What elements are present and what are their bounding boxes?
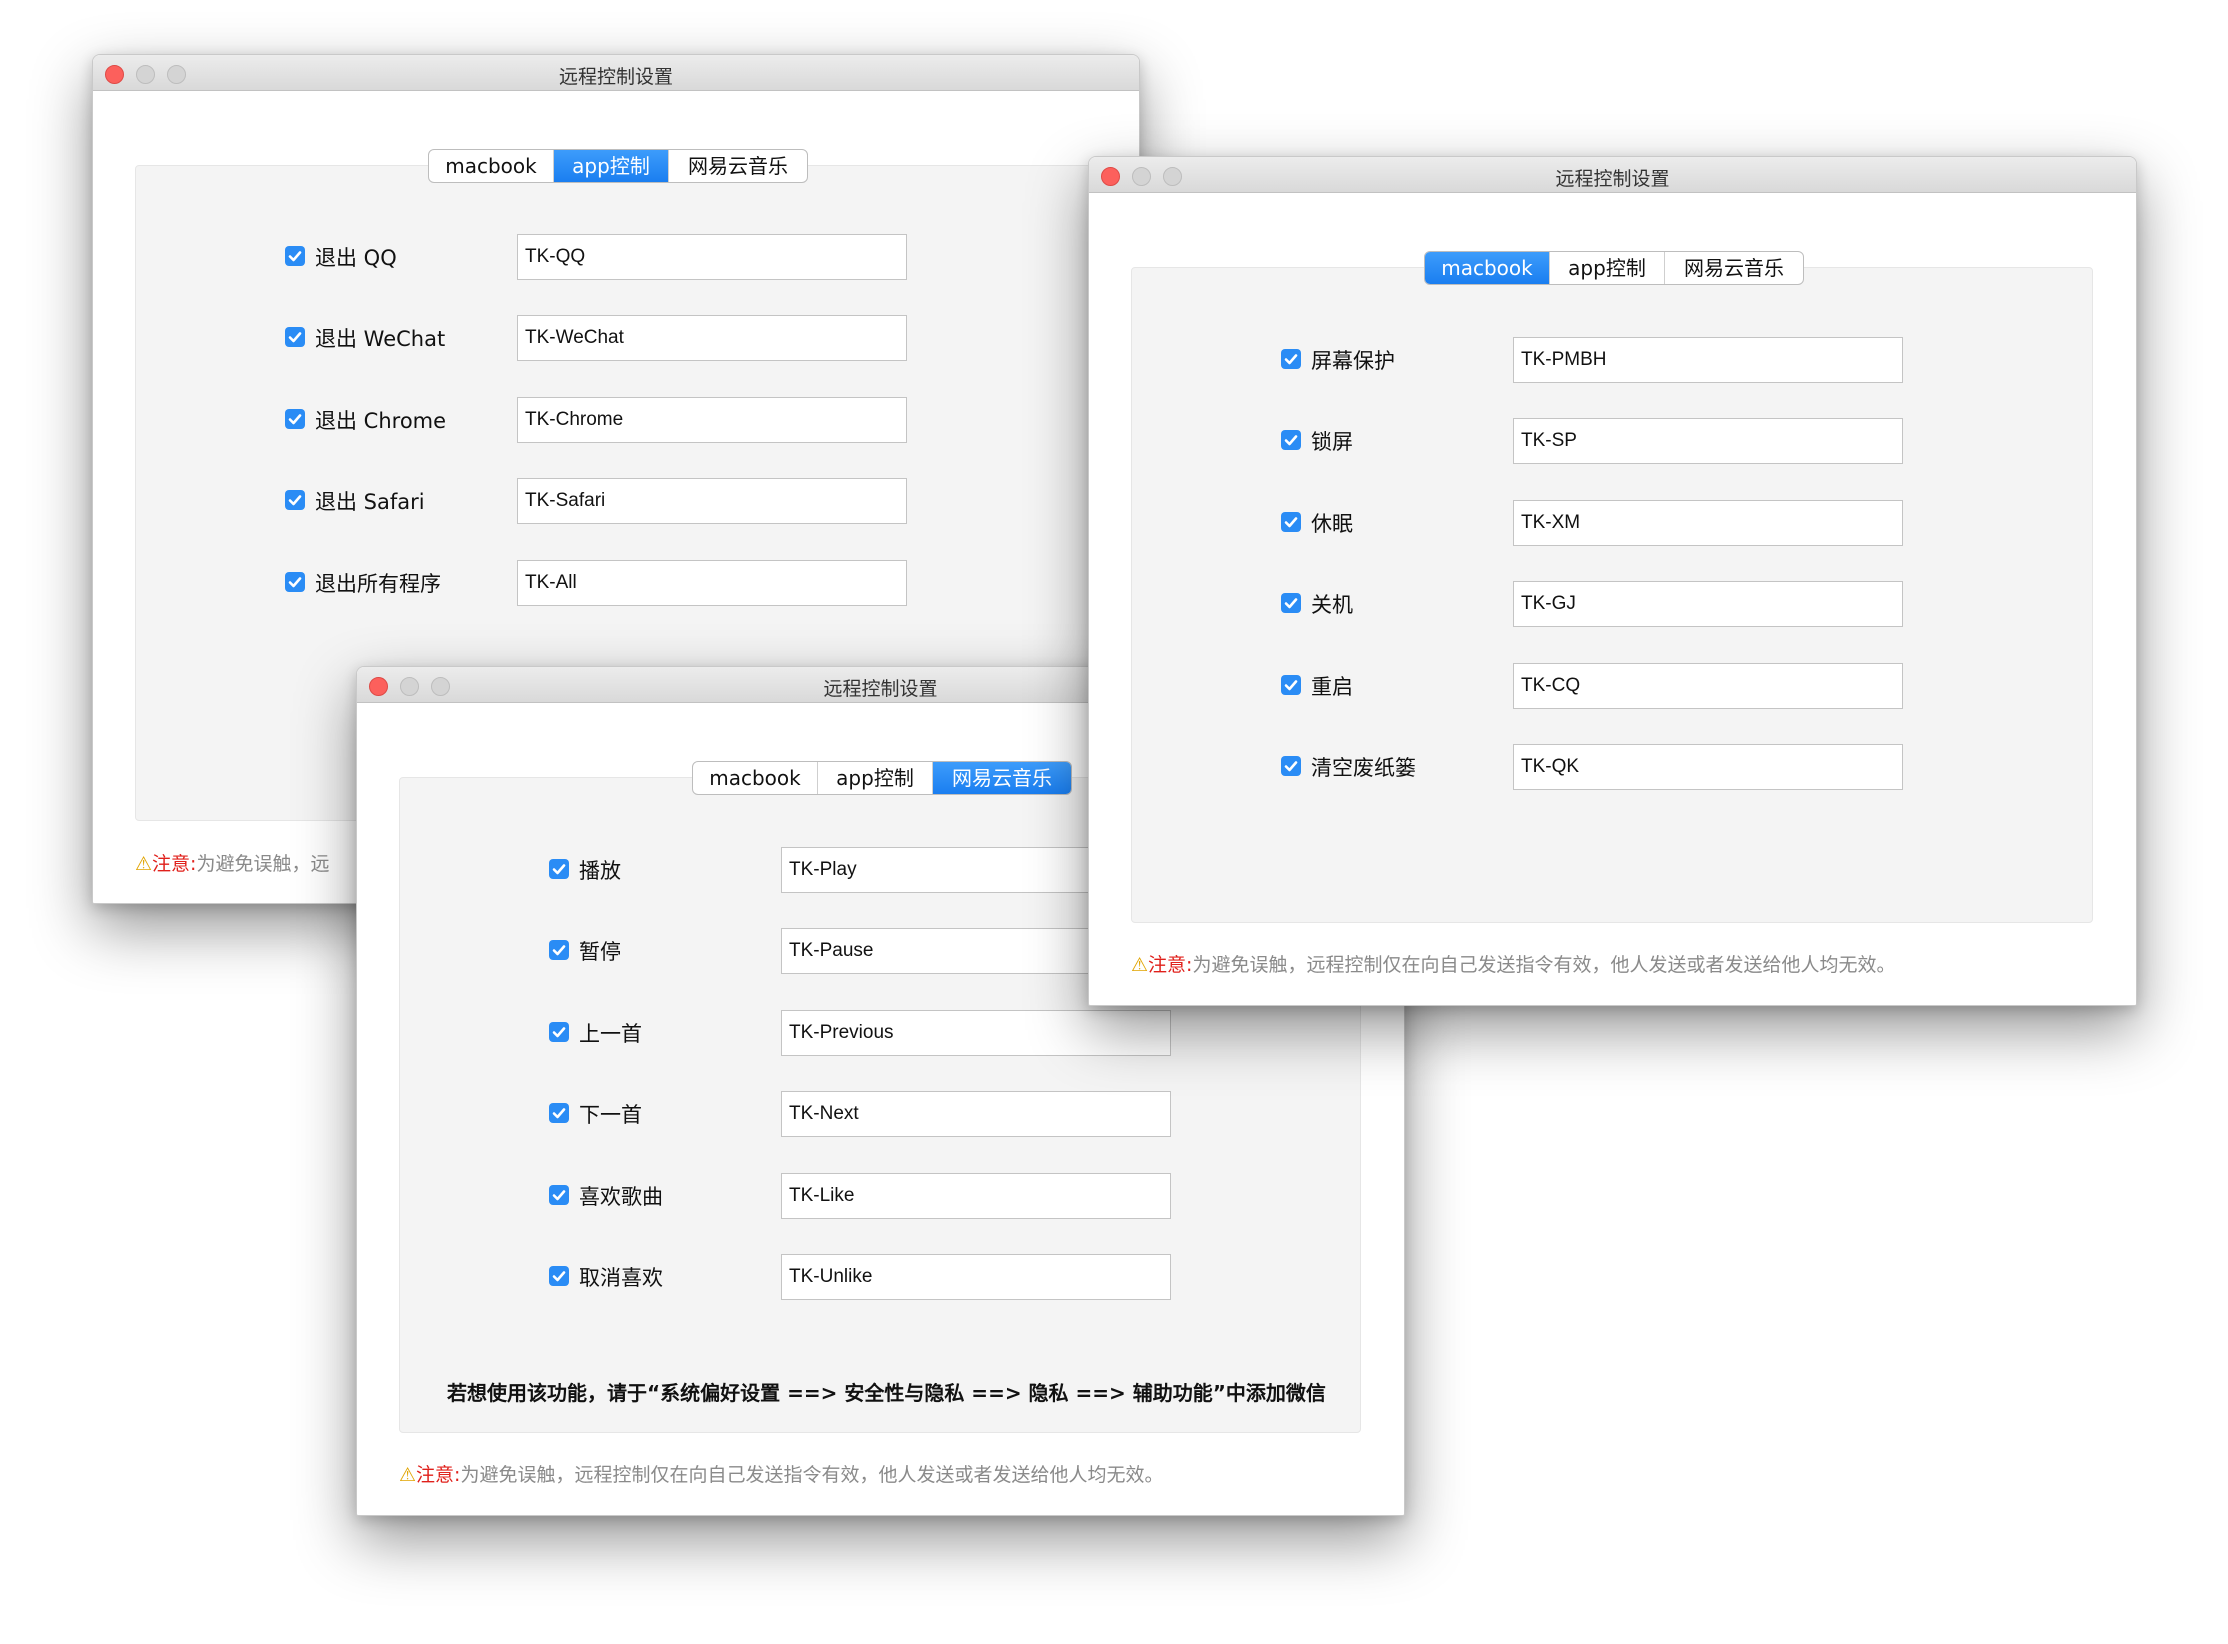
accessibility-hint: 若想使用该功能，请于“系统偏好设置 ==> 安全性与隐私 ==> 隐私 ==> …: [447, 1381, 1326, 1405]
checkbox[interactable]: [1281, 675, 1301, 695]
checkbox[interactable]: [1281, 349, 1301, 369]
command-input[interactable]: [781, 1091, 1171, 1137]
checkbox[interactable]: [1281, 430, 1301, 450]
warning-note: ⚠注意:为避免误触，远程控制仅在向自己发送指令有效，他人发送或者发送给他人均无效…: [1131, 950, 1895, 977]
warning-text: 为避免误触，远: [196, 853, 330, 875]
window-title: 远程控制设置: [1555, 168, 1670, 190]
tab-app-control[interactable]: app控制: [554, 150, 669, 182]
checkbox[interactable]: [549, 1022, 569, 1042]
warning-prefix: 注意:: [1148, 954, 1193, 976]
checkbox[interactable]: [285, 490, 305, 510]
checkbox[interactable]: [1281, 512, 1301, 532]
command-input[interactable]: [1513, 337, 1903, 383]
option-label: 关机: [1311, 593, 1353, 617]
tab-netease-music[interactable]: 网易云音乐: [669, 150, 807, 182]
checkbox[interactable]: [285, 409, 305, 429]
command-input[interactable]: [517, 478, 907, 524]
tab-netease-music[interactable]: 网易云音乐: [1665, 252, 1803, 284]
warning-text: 为避免误触，远程控制仅在向自己发送指令有效，他人发送或者发送给他人均无效。: [1192, 954, 1896, 976]
command-input[interactable]: [781, 1173, 1171, 1219]
option-label: 退出 QQ: [315, 246, 397, 270]
option-label: 退出 Chrome: [315, 409, 447, 433]
window-macbook: 远程控制设置 macbook app控制 网易云音乐 屏幕保护 锁屏 休眠 关机…: [1088, 156, 2137, 1006]
option-label: 屏幕保护: [1311, 349, 1395, 373]
checkbox[interactable]: [549, 1103, 569, 1123]
tab-macbook[interactable]: macbook: [429, 150, 554, 182]
warning-icon: ⚠: [135, 853, 153, 875]
warning-text: 为避免误触，远程控制仅在向自己发送指令有效，他人发送或者发送给他人均无效。: [460, 1464, 1164, 1486]
tab-app-control[interactable]: app控制: [818, 762, 933, 794]
option-label: 喜欢歌曲: [579, 1185, 663, 1209]
command-input[interactable]: [1513, 581, 1903, 627]
command-input[interactable]: [1513, 744, 1903, 790]
command-input[interactable]: [1513, 500, 1903, 546]
command-input[interactable]: [781, 1010, 1171, 1056]
option-label: 退出 Safari: [315, 490, 425, 514]
warning-icon: ⚠: [1131, 954, 1149, 976]
option-label: 播放: [579, 859, 621, 883]
checkbox[interactable]: [549, 1185, 569, 1205]
checkbox[interactable]: [549, 940, 569, 960]
checkbox[interactable]: [285, 246, 305, 266]
option-label: 锁屏: [1311, 430, 1353, 454]
warning-note: ⚠注意:为避免误触，远: [135, 849, 329, 876]
option-label: 休眠: [1311, 512, 1353, 536]
window-title: 远程控制设置: [558, 66, 673, 88]
option-label: 下一首: [579, 1103, 642, 1127]
option-label: 重启: [1311, 675, 1353, 699]
checkbox[interactable]: [285, 327, 305, 347]
option-label: 暂停: [579, 940, 621, 964]
warning-note: ⚠注意:为避免误触，远程控制仅在向自己发送指令有效，他人发送或者发送给他人均无效…: [399, 1460, 1163, 1487]
option-label: 退出 WeChat: [315, 327, 446, 351]
tab-macbook[interactable]: macbook: [1425, 252, 1550, 284]
tab-netease-music[interactable]: 网易云音乐: [933, 762, 1071, 794]
command-input[interactable]: [517, 234, 907, 280]
checkbox[interactable]: [285, 572, 305, 592]
warning-prefix: 注意:: [416, 1464, 461, 1486]
warning-prefix: 注意:: [152, 853, 197, 875]
checkbox[interactable]: [549, 1266, 569, 1286]
tab-app-control[interactable]: app控制: [1550, 252, 1665, 284]
tab-bar: macbook app控制 网易云音乐: [428, 149, 808, 183]
command-input[interactable]: [517, 397, 907, 443]
tab-bar: macbook app控制 网易云音乐: [692, 761, 1072, 795]
command-input[interactable]: [781, 1254, 1171, 1300]
titlebar[interactable]: 远程控制设置: [1089, 157, 2136, 193]
option-label: 上一首: [579, 1022, 642, 1046]
command-input[interactable]: [1513, 418, 1903, 464]
option-label: 取消喜欢: [579, 1266, 663, 1290]
checkbox[interactable]: [549, 859, 569, 879]
option-label: 退出所有程序: [315, 572, 441, 596]
command-input[interactable]: [1513, 663, 1903, 709]
warning-icon: ⚠: [399, 1464, 417, 1486]
tab-bar: macbook app控制 网易云音乐: [1424, 251, 1804, 285]
option-label: 清空废纸篓: [1311, 756, 1416, 780]
tab-macbook[interactable]: macbook: [693, 762, 818, 794]
titlebar[interactable]: 远程控制设置: [93, 55, 1139, 91]
checkbox[interactable]: [1281, 593, 1301, 613]
command-input[interactable]: [517, 315, 907, 361]
command-input[interactable]: [517, 560, 907, 606]
checkbox[interactable]: [1281, 756, 1301, 776]
